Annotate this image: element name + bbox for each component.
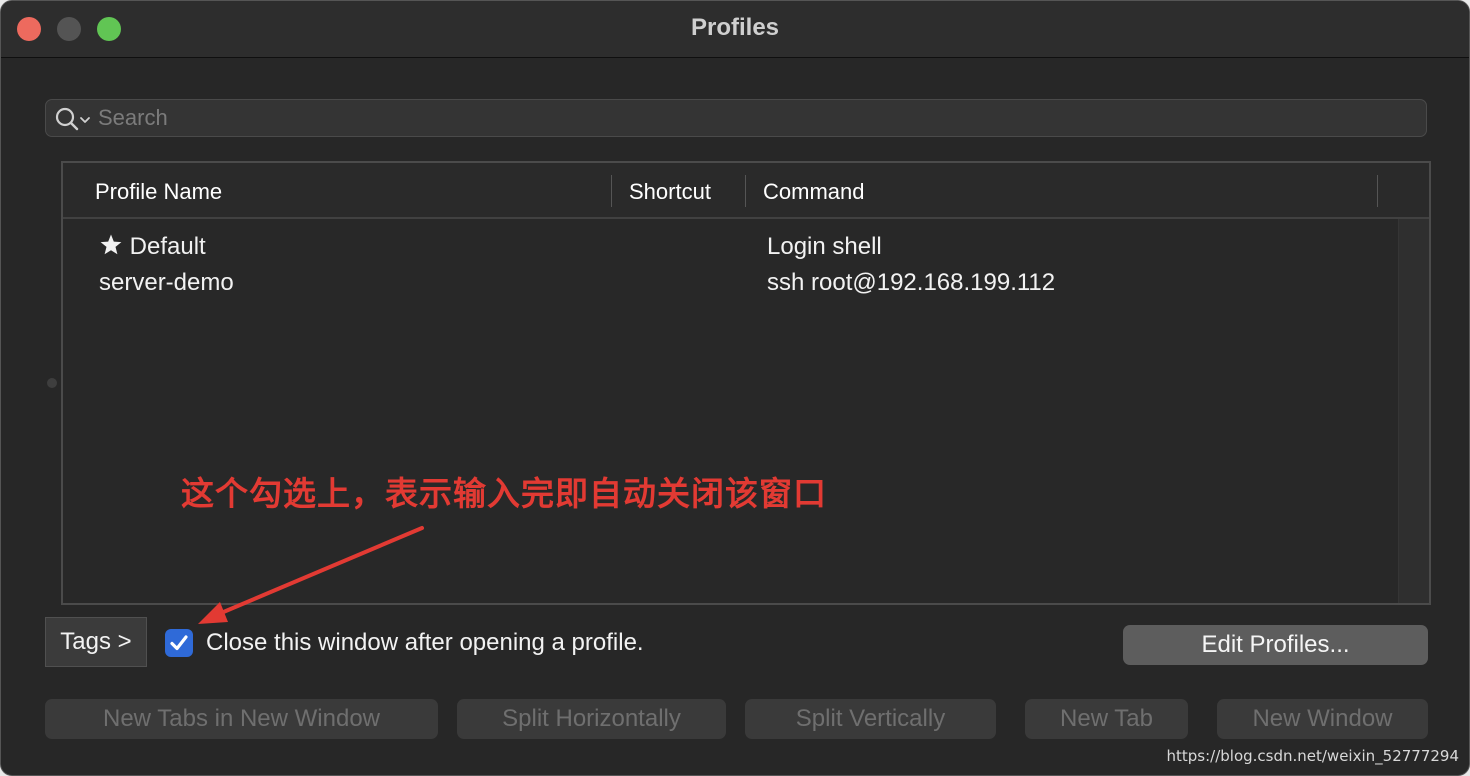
- column-divider[interactable]: [745, 175, 746, 207]
- window-title: Profiles: [690, 14, 780, 41]
- command-cell: Login shell: [767, 233, 882, 260]
- search-field[interactable]: [45, 99, 1427, 137]
- column-divider[interactable]: [1377, 175, 1378, 207]
- table-row[interactable]: Default Login shell: [63, 229, 1399, 265]
- profiles-window: Profiles Profile Name Shortcut Command D…: [0, 0, 1470, 776]
- table-row[interactable]: server-demo ssh root@192.168.199.112: [63, 265, 1399, 301]
- checkmark-icon: [170, 635, 188, 651]
- star-icon: [100, 234, 122, 255]
- table-header: Profile Name Shortcut Command: [63, 163, 1429, 219]
- close-after-open-label[interactable]: Close this window after opening a profil…: [206, 629, 644, 657]
- search-icon[interactable]: [54, 106, 94, 132]
- new-window-button[interactable]: New Window: [1217, 699, 1428, 739]
- profile-name-cell: server-demo: [99, 269, 234, 296]
- tags-toggle-button[interactable]: Tags >: [45, 617, 147, 667]
- title-bar[interactable]: Profiles: [1, 1, 1469, 58]
- annotation-text: 这个勾选上，表示输入完即自动关闭该窗口: [181, 474, 827, 513]
- search-input[interactable]: [98, 102, 1398, 134]
- profile-name-cell: Default: [99, 233, 206, 261]
- edit-profiles-button[interactable]: Edit Profiles...: [1123, 625, 1428, 665]
- vertical-scrollbar[interactable]: [1398, 219, 1429, 603]
- command-cell: ssh root@192.168.199.112: [767, 269, 1056, 296]
- column-header-shortcut[interactable]: Shortcut: [629, 179, 711, 205]
- close-after-open-checkbox[interactable]: [165, 629, 193, 657]
- profiles-table[interactable]: Profile Name Shortcut Command Default Lo…: [61, 161, 1431, 605]
- profile-name: Default: [129, 233, 206, 260]
- split-vertically-button[interactable]: Split Vertically: [745, 699, 996, 739]
- new-tabs-in-new-window-button[interactable]: New Tabs in New Window: [45, 699, 438, 739]
- column-header-profile-name[interactable]: Profile Name: [95, 179, 222, 205]
- column-header-command[interactable]: Command: [763, 179, 864, 205]
- split-horizontally-button[interactable]: Split Horizontally: [457, 699, 726, 739]
- resize-handle-dot: [47, 378, 57, 388]
- watermark-url: https://blog.csdn.net/weixin_52777294: [1166, 747, 1459, 765]
- column-divider[interactable]: [611, 175, 612, 207]
- new-tab-button[interactable]: New Tab: [1025, 699, 1188, 739]
